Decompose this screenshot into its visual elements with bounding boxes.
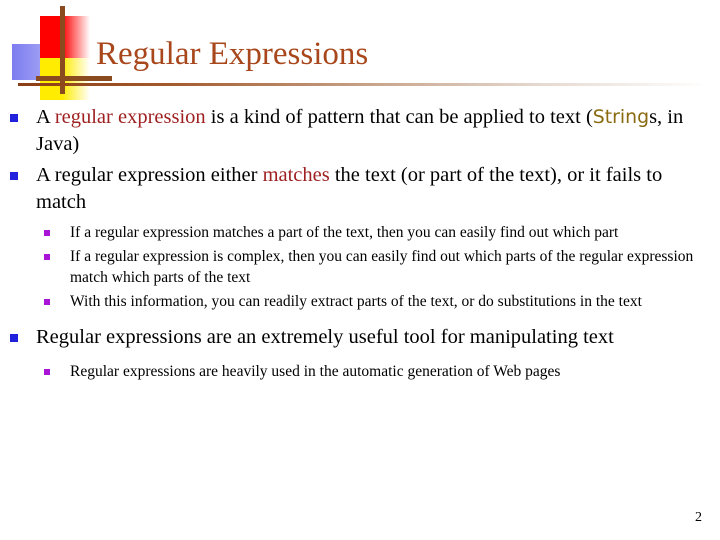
bullet-list-level2-b: Regular expressions are heavily used in … <box>36 361 720 382</box>
bullet-item-3-text: Regular expressions are an extremely use… <box>36 326 614 348</box>
bullet-1-code: String <box>592 106 650 128</box>
subbullet-item-4: Regular expressions are heavily used in … <box>36 361 720 382</box>
bullet-item-1: A regular expression is a kind of patter… <box>0 104 720 158</box>
decoration-horizontal-line <box>36 76 112 81</box>
slide-body: A regular expression is a kind of patter… <box>0 104 720 386</box>
title-underline-rule <box>18 83 710 86</box>
bullet-list-level1: A regular expression is a kind of patter… <box>0 104 720 382</box>
bullet-1-run-b: is a kind of pattern that can be applied… <box>205 106 593 128</box>
bullet-2-emphasis: matches <box>262 164 330 186</box>
bullet-list-level2-a: If a regular expression matches a part o… <box>36 222 720 312</box>
square-bullet-icon <box>10 334 18 342</box>
subbullet-item-4-text: Regular expressions are heavily used in … <box>70 363 561 380</box>
subbullet-item-3-text: With this information, you can readily e… <box>70 293 642 310</box>
subbullet-item-3: With this information, you can readily e… <box>36 291 720 312</box>
subbullet-item-1-text: If a regular expression matches a part o… <box>70 224 619 241</box>
bullet-item-3: Regular expressions are an extremely use… <box>0 324 720 382</box>
bullet-item-1-text: A regular expression is a kind of patter… <box>36 104 720 158</box>
bullet-2-run-a: A regular expression either <box>36 164 263 186</box>
bullet-item-2-text: A regular expression either matches the … <box>36 162 720 216</box>
bullet-1-emphasis: regular expression <box>54 106 206 128</box>
small-square-bullet-icon <box>44 299 50 305</box>
small-square-bullet-icon <box>44 369 50 375</box>
slide-title: Regular Expressions <box>96 36 369 72</box>
decoration-red-block <box>40 16 90 58</box>
square-bullet-icon <box>10 114 18 122</box>
subbullet-item-2-text: If a regular expression is complex, then… <box>70 248 694 286</box>
small-square-bullet-icon <box>44 230 50 236</box>
slide-canvas: Regular Expressions A regular expression… <box>0 0 720 540</box>
bullet-1-run-a: A <box>36 106 55 128</box>
small-square-bullet-icon <box>44 254 50 260</box>
page-number: 2 <box>695 510 702 525</box>
subbullet-item-1: If a regular expression matches a part o… <box>36 222 720 243</box>
square-bullet-icon <box>10 172 18 180</box>
bullet-item-2: A regular expression either matches the … <box>0 162 720 312</box>
subbullet-item-2: If a regular expression is complex, then… <box>36 246 720 288</box>
